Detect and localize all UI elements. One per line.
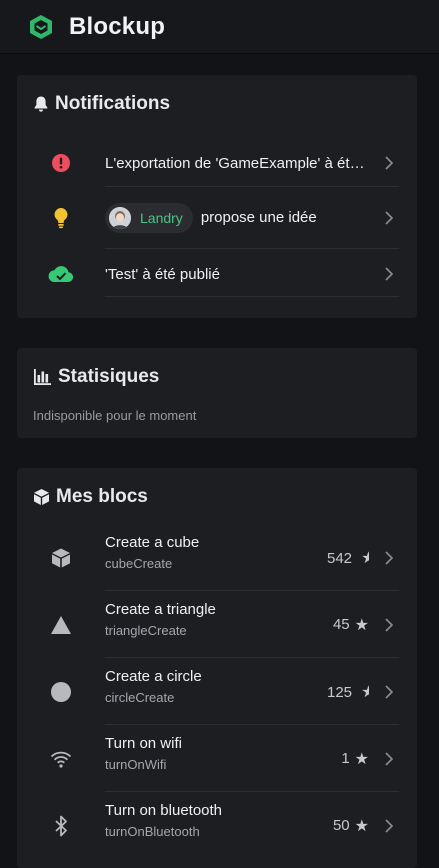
user-name: Landry [140, 210, 183, 226]
block-id: turnOnBluetooth [105, 824, 200, 839]
chevron-right-icon [385, 751, 393, 766]
cloud-check-icon [48, 266, 74, 283]
notifications-title: Notifications [33, 93, 170, 115]
chevron-right-icon [385, 617, 393, 632]
block-item[interactable]: Create a circle circleCreate 125 ★ [33, 658, 399, 725]
block-item[interactable]: Turn on bluetooth turnOnBluetooth 50 ★ [33, 792, 399, 859]
notification-item[interactable]: Landry propose une idée [33, 187, 399, 249]
stats-message: Indisponible pour le moment [33, 408, 197, 423]
chevron-right-icon [385, 684, 393, 699]
divider [105, 296, 399, 297]
block-name: Create a triangle [105, 601, 216, 618]
block-item[interactable]: Create a triangle triangleCreate 45 ★ [33, 591, 399, 658]
blocks-card: Mes blocs Create a cube cubeCreate 542 ★… [17, 468, 417, 868]
app-header: Blockup [0, 0, 439, 54]
block-id: triangleCreate [105, 623, 187, 638]
star-icon: ★ [354, 817, 369, 835]
star-icon: ★ [361, 549, 369, 567]
chevron-right-icon [385, 267, 393, 281]
block-name: Turn on wifi [105, 735, 182, 752]
notification-text: L'exportation de 'GameExample' à été ter… [105, 154, 367, 172]
star-icon: ★ [354, 616, 369, 634]
block-name: Turn on bluetooth [105, 802, 223, 819]
star-icon: ★ [354, 750, 369, 768]
block-name: Create a cube [105, 534, 200, 551]
app-title: Blockup [69, 12, 166, 40]
block-stars: 1 ★ [341, 750, 369, 768]
chevron-right-icon [385, 550, 393, 565]
wifi-icon [50, 751, 72, 768]
notification-item[interactable]: L'exportation de 'GameExample' à été ter… [33, 132, 399, 194]
block-item[interactable]: Turn on wifi turnOnWifi 1 ★ [33, 725, 399, 792]
chevron-right-icon [385, 156, 393, 170]
circle-icon [51, 681, 71, 702]
cube-icon [34, 489, 49, 505]
star-icon: ★ [361, 683, 369, 701]
chevron-right-icon [385, 211, 393, 225]
block-stars: 542 ★ [327, 548, 369, 568]
block-item[interactable]: Create a cube cubeCreate 542 ★ [33, 524, 399, 591]
block-stars: 45 ★ [332, 616, 369, 634]
block-id: circleCreate [105, 690, 175, 705]
block-stars: 50 ★ [332, 817, 369, 835]
lightbulb-icon [54, 208, 68, 229]
bar-chart-icon [34, 369, 51, 385]
bluetooth-icon [55, 815, 67, 836]
triangle-icon [51, 615, 71, 634]
blockup-logo-icon[interactable] [28, 14, 54, 40]
blocks-title: Mes blocs [33, 486, 148, 508]
cube-icon [52, 548, 70, 567]
bell-icon [34, 96, 48, 112]
block-name: Create a circle [105, 668, 202, 685]
error-icon [52, 154, 70, 172]
avatar [109, 207, 131, 229]
stats-card: Statisiques Indisponible pour le moment [17, 348, 417, 438]
block-stars: 125 ★ [327, 682, 369, 702]
stats-title: Statisiques [33, 366, 159, 388]
notification-text: 'Test' à été publié [105, 265, 220, 283]
notification-text: propose une idée [200, 208, 317, 226]
block-id: cubeCreate [105, 556, 173, 571]
block-id: turnOnWifi [105, 757, 167, 772]
user-chip[interactable]: Landry [105, 203, 193, 233]
notifications-card: Notifications L'exportation de 'GameExam… [17, 75, 417, 318]
chevron-right-icon [385, 818, 393, 833]
